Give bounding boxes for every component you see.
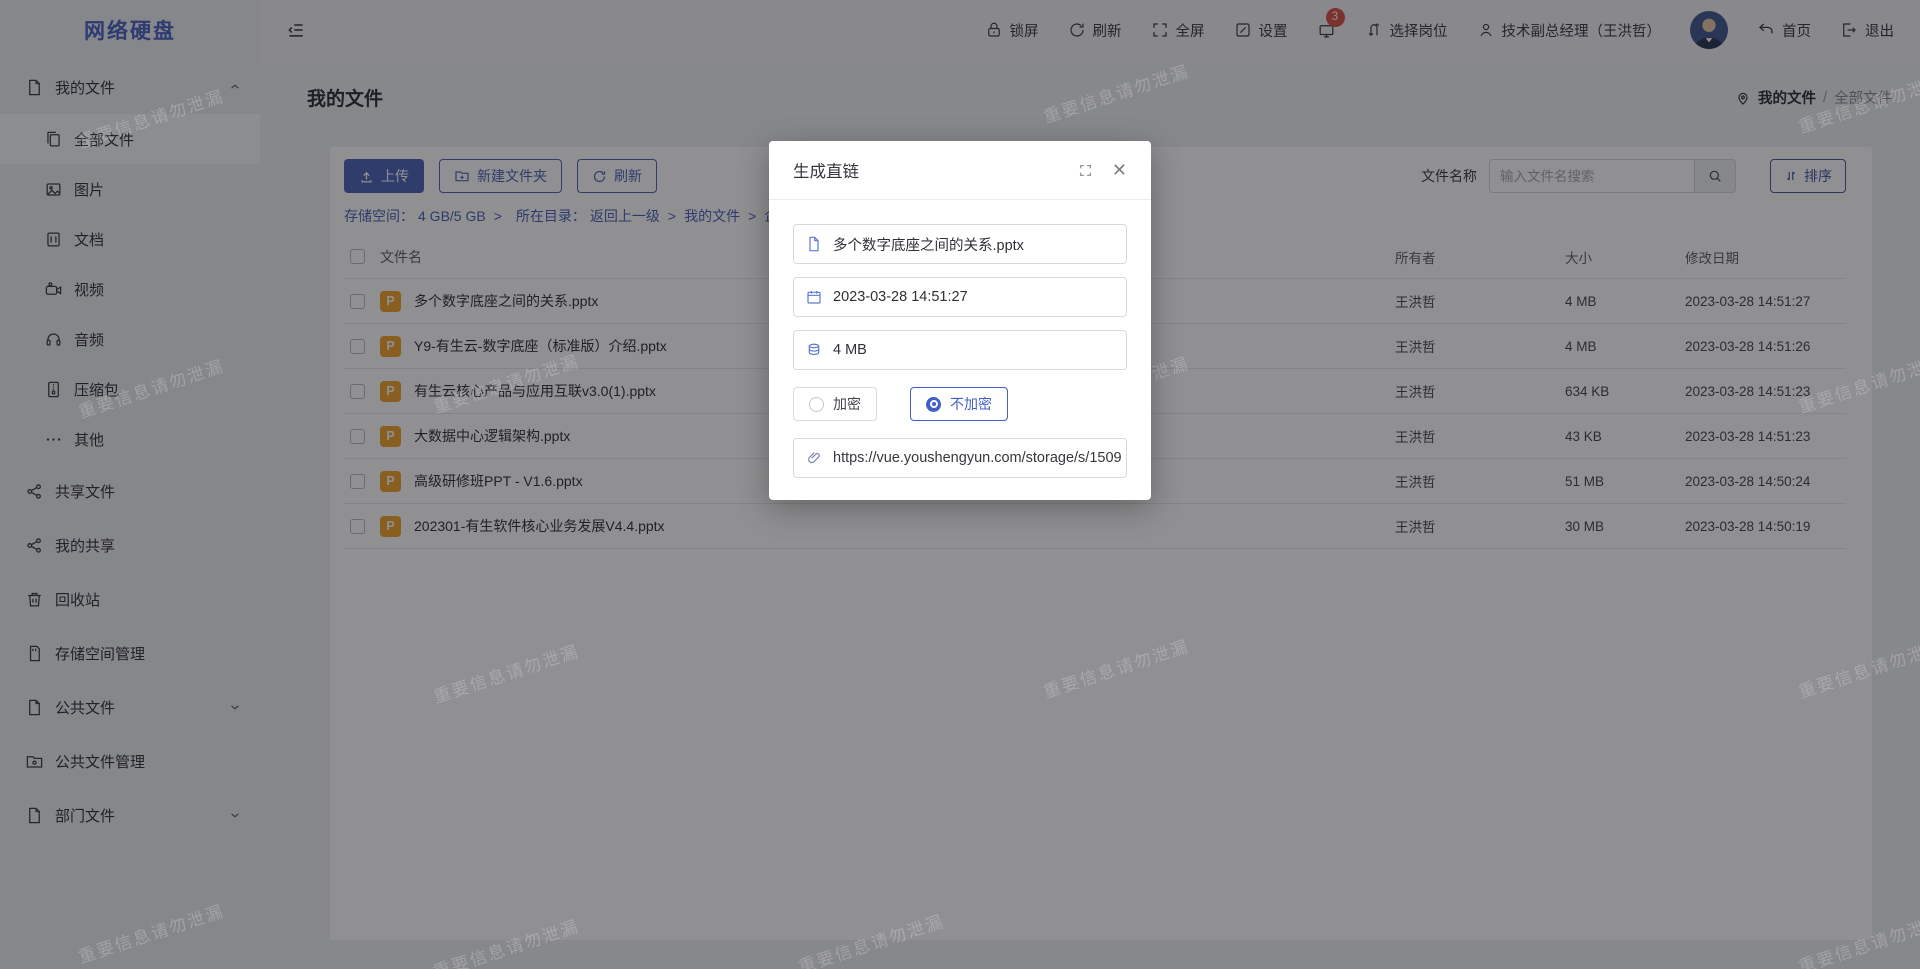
encrypt-label: 加密 bbox=[833, 394, 861, 414]
link-filename-value: 多个数字底座之间的关系.pptx bbox=[833, 234, 1024, 255]
link-datetime-value: 2023-03-28 14:51:27 bbox=[833, 289, 968, 305]
no-encrypt-radio[interactable]: 不加密 bbox=[910, 387, 1008, 421]
generate-direct-link-dialog: 生成直链 ✕ 多个数字底座之间的关系.pptx 2023-03-28 14:51… bbox=[769, 141, 1151, 500]
link-filename-field[interactable]: 多个数字底座之间的关系.pptx bbox=[793, 224, 1127, 264]
link-datetime-field[interactable]: 2023-03-28 14:51:27 bbox=[793, 277, 1127, 317]
database-icon bbox=[806, 342, 822, 358]
encryption-options: 加密 不加密 bbox=[793, 387, 1127, 421]
radio-selected-icon bbox=[926, 397, 941, 412]
dialog-close-icon[interactable]: ✕ bbox=[1112, 161, 1127, 179]
file-icon bbox=[806, 236, 822, 252]
direct-link-field[interactable]: https://vue.youshengyun.com/storage/s/15… bbox=[793, 438, 1127, 478]
link-size-value: 4 MB bbox=[833, 342, 867, 358]
encrypt-radio[interactable]: 加密 bbox=[793, 387, 877, 421]
no-encrypt-label: 不加密 bbox=[950, 394, 992, 414]
direct-link-value: https://vue.youshengyun.com/storage/s/15… bbox=[833, 450, 1122, 466]
app-window: 网络硬盘 我的文件 全部文件 图片 文档 视频 音频 压缩包 bbox=[0, 0, 1920, 969]
radio-unselected-icon bbox=[809, 397, 824, 412]
dialog-title: 生成直链 bbox=[793, 158, 859, 182]
paperclip-icon bbox=[806, 450, 822, 466]
calendar-icon bbox=[806, 289, 822, 305]
dialog-fullscreen-icon[interactable] bbox=[1079, 164, 1092, 177]
link-size-field[interactable]: 4 MB bbox=[793, 330, 1127, 370]
